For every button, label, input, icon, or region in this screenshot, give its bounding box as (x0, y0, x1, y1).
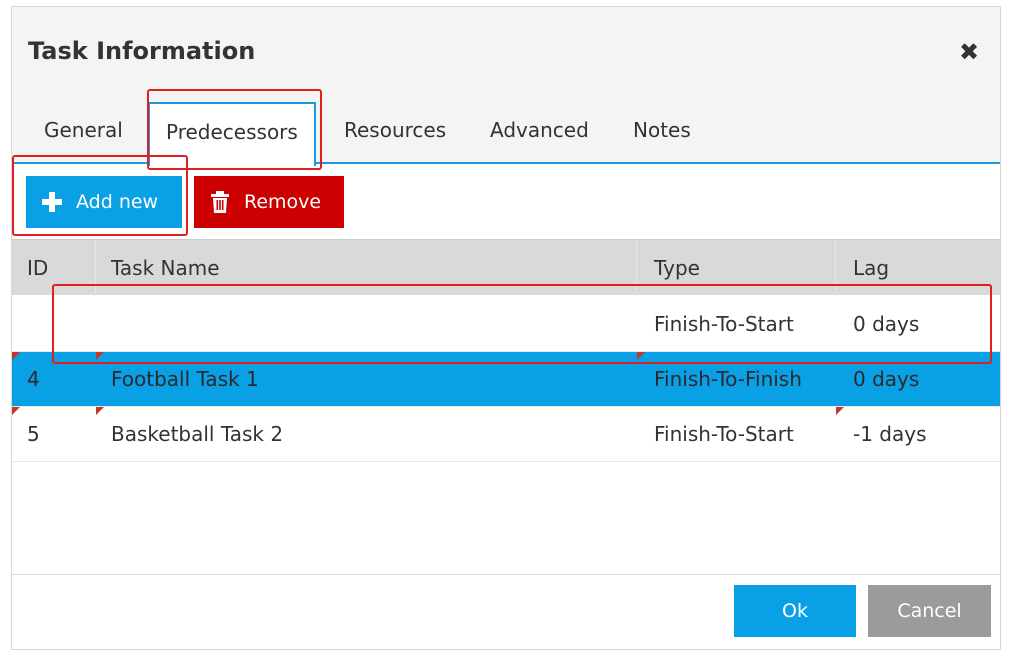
dirty-marker (12, 352, 20, 360)
grid-header: ID Task Name Type Lag (12, 239, 1000, 296)
column-divider (636, 240, 637, 296)
table-row-selected[interactable]: 4 Football Task 1 Finish-To-Finish 0 day… (12, 352, 1000, 407)
trash-icon (211, 191, 229, 213)
cell-task-name[interactable]: Football Task 1 (111, 367, 259, 391)
cell-type[interactable]: Finish-To-Finish (654, 367, 802, 391)
dirty-marker (96, 407, 104, 415)
dirty-marker (836, 407, 844, 415)
dirty-marker (12, 407, 20, 415)
grid-toolbar: Add new Remove (12, 166, 1000, 239)
column-header-lag[interactable]: Lag (853, 256, 889, 280)
column-header-id[interactable]: ID (27, 256, 48, 280)
cell-task-name[interactable]: Basketball Task 2 (111, 422, 283, 446)
dialog-title: Task Information (28, 37, 256, 65)
dialog-header: Task Information ✖ (12, 7, 1000, 102)
cancel-button[interactable]: Cancel (868, 585, 991, 637)
table-row[interactable]: 5 Basketball Task 2 Finish-To-Start -1 d… (12, 407, 1000, 462)
tab-strip: General Predecessors Resources Advanced … (12, 102, 1000, 166)
remove-label: Remove (244, 191, 322, 213)
column-divider (835, 240, 836, 296)
add-new-label: Add new (76, 191, 159, 213)
tab-notes[interactable]: Notes (633, 118, 691, 142)
cell-type[interactable]: Finish-To-Start (654, 422, 794, 446)
column-header-type[interactable]: Type (654, 256, 700, 280)
cell-lag[interactable]: -1 days (853, 422, 927, 446)
plus-icon (42, 192, 62, 212)
tab-resources[interactable]: Resources (344, 118, 446, 142)
cell-lag[interactable]: 0 days (853, 312, 919, 336)
column-header-task-name[interactable]: Task Name (111, 256, 220, 280)
cell-lag[interactable]: 0 days (853, 367, 919, 391)
dirty-marker (96, 352, 104, 360)
cell-type[interactable]: Finish-To-Start (654, 312, 794, 336)
cell-id[interactable]: 4 (27, 367, 40, 391)
tab-general[interactable]: General (44, 118, 123, 142)
table-row[interactable]: Finish-To-Start 0 days (12, 297, 1000, 352)
ok-button[interactable]: Ok (734, 585, 856, 637)
tab-advanced[interactable]: Advanced (490, 118, 589, 142)
remove-button[interactable]: Remove (194, 176, 344, 228)
add-new-button[interactable]: Add new (26, 176, 182, 228)
task-information-dialog: Task Information ✖ General Predecessors … (11, 6, 1001, 650)
tab-predecessors[interactable]: Predecessors (148, 102, 316, 166)
dirty-marker (637, 352, 645, 360)
footer-divider (12, 574, 1000, 575)
cell-id[interactable]: 5 (27, 422, 40, 446)
column-divider (95, 240, 96, 296)
close-icon[interactable]: ✖ (956, 39, 982, 65)
